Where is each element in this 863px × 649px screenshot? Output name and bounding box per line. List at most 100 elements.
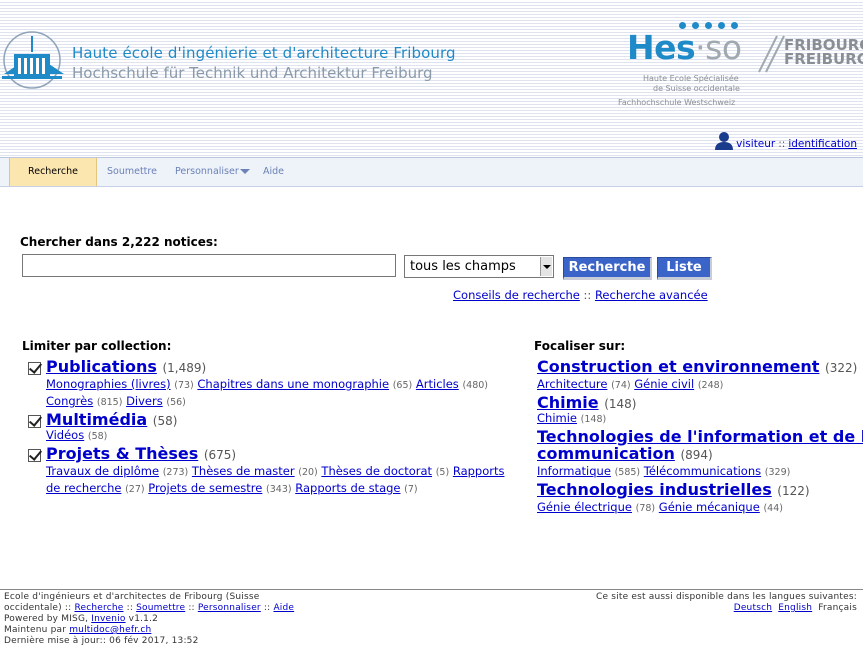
login-link[interactable]: identification xyxy=(788,138,857,150)
user-icon xyxy=(715,132,734,150)
collection-link[interactable]: Projets de semestre xyxy=(148,481,262,495)
collection-count: (480) xyxy=(462,380,488,391)
collection-checkbox-publications[interactable] xyxy=(28,362,41,375)
focus-link[interactable]: Architecture xyxy=(537,377,607,391)
footer-divider xyxy=(0,589,863,590)
focus-count: (74) xyxy=(611,380,631,391)
collection-publications-link[interactable]: Publications xyxy=(46,357,157,376)
collection-count: (27) xyxy=(125,484,145,495)
search-label: Chercher dans 2,222 notices: xyxy=(20,235,218,249)
collection-multimedia-link[interactable]: Multimédia xyxy=(46,410,147,429)
collection-multimedia: Multimédia (58) xyxy=(46,410,177,429)
focus-count: (78) xyxy=(635,503,656,514)
tab-personnaliser[interactable]: Personnaliser xyxy=(175,158,250,186)
collection-count: (273) xyxy=(162,467,189,478)
search-tips-link[interactable]: Conseils de recherche xyxy=(453,288,580,302)
focus-sub-line: Génie électrique (78) Génie mécanique (4… xyxy=(537,500,783,514)
collection-link[interactable]: Thèses de doctorat xyxy=(321,464,432,478)
user-box: visiteur :: identification xyxy=(714,131,857,150)
focus-group-link[interactable]: Chimie xyxy=(537,393,599,412)
maintainer-email-link[interactable]: multidoc@hefr.ch xyxy=(69,625,151,635)
collection-link[interactable]: Thèses de master xyxy=(192,464,295,478)
focus-group-link[interactable]: communication xyxy=(537,444,675,463)
tab-aide[interactable]: Aide xyxy=(263,158,284,186)
invenio-link[interactable]: Invenio xyxy=(91,614,125,624)
focus-count: (322) xyxy=(825,361,858,375)
collection-link[interactable]: Rapports de stage xyxy=(295,481,400,495)
collection-link[interactable]: Articles xyxy=(416,377,459,391)
focus-tic-line2: communication (894) xyxy=(537,444,713,463)
hes-so-fribourg: FRIBOURG FREIBURG xyxy=(784,38,863,67)
tab-recherche[interactable]: Recherche xyxy=(9,158,97,186)
footer-separator: :: xyxy=(263,603,271,613)
collection-count: (1,489) xyxy=(162,361,207,375)
search-button[interactable]: Recherche xyxy=(563,257,652,280)
search-field-select[interactable]: tous les champs xyxy=(404,255,554,278)
collection-sub-line: Travaux de diplôme (273) Thèses de maste… xyxy=(46,464,504,478)
collection-count: (73) xyxy=(174,380,194,391)
footer-languages: Ce site est aussi disponible dans les la… xyxy=(596,592,857,614)
tab-soumettre[interactable]: Soumettre xyxy=(107,158,157,186)
collection-count: (20) xyxy=(298,467,318,478)
focus-link[interactable]: Génie civil xyxy=(634,377,694,391)
hes-so-slash-icon xyxy=(758,35,785,73)
user-separator: :: xyxy=(778,138,786,150)
footer-powered: Powered by MISG, Invenio v1.1.2 xyxy=(4,614,294,625)
focus-title: Focaliser sur: xyxy=(534,339,626,353)
footer-updated: Dernière mise à jour:: 06 fév 2017, 13:5… xyxy=(4,636,199,646)
footer-link-soumettre[interactable]: Soumettre xyxy=(136,603,185,613)
footer-language-links: Deutsch English Français xyxy=(596,603,857,614)
focus-link[interactable]: Chimie xyxy=(537,411,577,425)
focus-link[interactable]: Informatique xyxy=(537,464,611,478)
focus-link[interactable]: Télécommunications xyxy=(644,464,761,478)
collection-link[interactable]: Congrès xyxy=(46,394,93,408)
collection-checkbox-multimedia[interactable] xyxy=(28,415,41,428)
focus-count: (44) xyxy=(763,503,783,514)
search-input[interactable] xyxy=(22,254,396,277)
collection-link[interactable]: Vidéos xyxy=(46,428,84,442)
list-button[interactable]: Liste xyxy=(657,257,712,280)
collection-link[interactable]: Travaux de diplôme xyxy=(46,464,159,478)
collection-sub-line: Congrès (815) Divers (56) xyxy=(46,394,186,408)
focus-chimie: Chimie (148) xyxy=(537,393,636,412)
lang-de-link[interactable]: Deutsch xyxy=(734,603,772,613)
collection-checkbox-projets-theses[interactable] xyxy=(28,449,41,462)
footer-powered-prefix: Powered by MISG, xyxy=(4,614,89,624)
footer-separator: :: xyxy=(188,603,195,613)
focus-count: (148) xyxy=(580,414,607,425)
focus-technologies-industrielles: Technologies industrielles (122) xyxy=(537,480,810,499)
focus-sub-line: Informatique (585) Télécommunications (3… xyxy=(537,464,790,478)
focus-sub-line: Architecture (74) Génie civil (248) xyxy=(537,377,723,391)
search-links: Conseils de recherche :: Recherche avanc… xyxy=(453,288,708,302)
collection-projets-theses-link[interactable]: Projets & Thèses xyxy=(46,444,198,463)
focus-group-link[interactable]: Construction et environnement xyxy=(537,357,819,376)
focus-link[interactable]: Génie mécanique xyxy=(659,500,760,514)
hes-so-subtitle-3: Fachhochschule Westschweiz xyxy=(618,98,736,107)
footer-version: v1.1.2 xyxy=(128,614,159,624)
nav-bar: Recherche Soumettre Personnaliser Aide xyxy=(0,157,863,187)
collection-link[interactable]: Divers xyxy=(126,394,163,408)
collection-link[interactable]: Rapports xyxy=(453,464,505,478)
collection-publications: Publications (1,489) xyxy=(46,357,206,376)
school-building-logo-icon xyxy=(2,31,64,89)
tab-personnaliser-label: Personnaliser xyxy=(175,166,239,177)
focus-group-link[interactable]: Technologies industrielles xyxy=(537,480,772,499)
hes-so-subtitle-2: de Suisse occidentale xyxy=(653,84,740,93)
collection-count: (56) xyxy=(166,397,186,408)
footer-link-recherche[interactable]: Recherche xyxy=(74,603,123,613)
focus-count: (894) xyxy=(680,448,713,462)
focus-link[interactable]: Génie électrique xyxy=(537,500,632,514)
collection-count: (58) xyxy=(87,431,108,442)
footer-link-aide[interactable]: Aide xyxy=(273,603,294,613)
collection-link[interactable]: Chapitres dans une monographie xyxy=(197,377,389,391)
visitor-link[interactable]: visiteur xyxy=(736,138,775,150)
collection-link[interactable]: de recherche xyxy=(46,481,121,495)
collection-link[interactable]: Monographies (livres) xyxy=(46,377,171,391)
collection-sub-line: Vidéos (58) xyxy=(46,428,107,442)
focus-count: (122) xyxy=(777,484,810,498)
focus-sub-line: Chimie (148) xyxy=(537,411,606,425)
advanced-search-link[interactable]: Recherche avancée xyxy=(595,288,708,302)
lang-en-link[interactable]: English xyxy=(778,603,812,613)
hes-so-logo-hes: Hes xyxy=(627,28,696,67)
footer-link-personnaliser[interactable]: Personnaliser xyxy=(198,603,261,613)
